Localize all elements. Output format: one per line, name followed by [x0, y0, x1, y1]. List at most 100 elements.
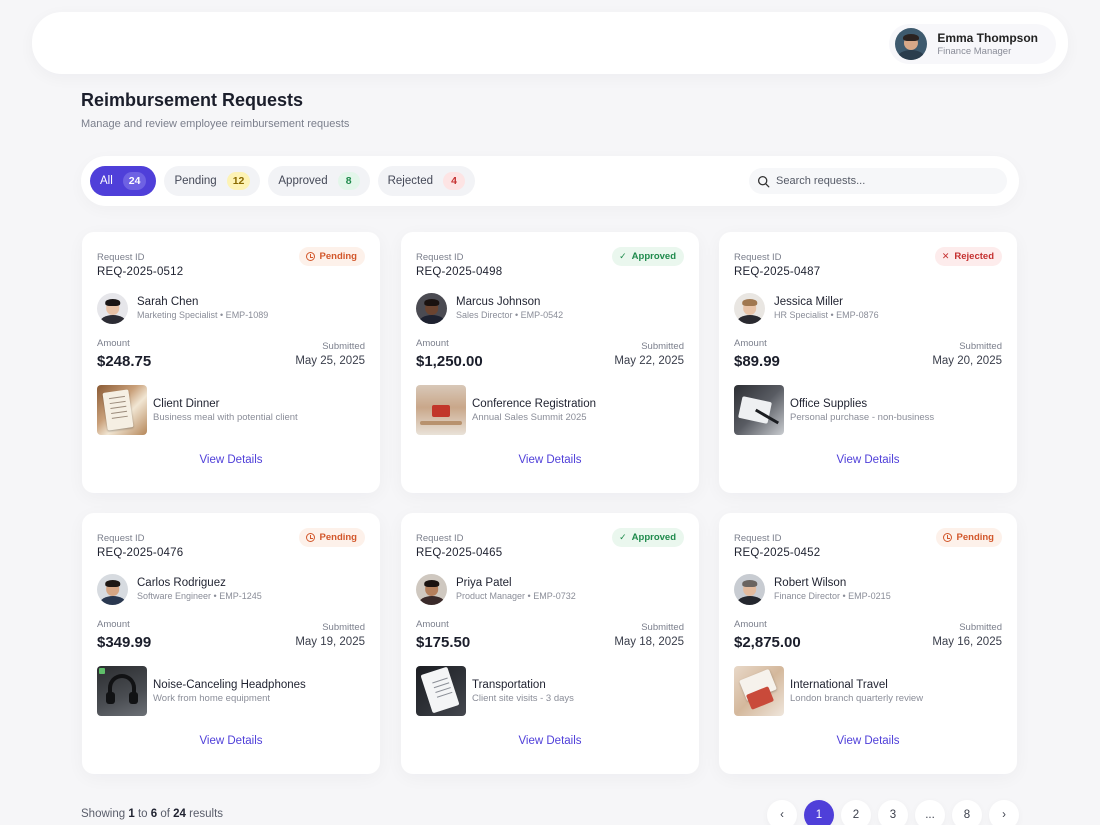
- employee-meta: Finance Director • EMP-0215: [774, 591, 891, 601]
- expense-description: London branch quarterly review: [790, 692, 924, 704]
- expense-info: International Travel London branch quart…: [734, 666, 923, 716]
- employee-info: Priya Patel Product Manager • EMP-0732: [416, 574, 576, 605]
- submitted-label: Submitted: [641, 341, 684, 352]
- view-details-link[interactable]: View Details: [719, 454, 1017, 466]
- expense-title: Office Supplies: [790, 397, 868, 410]
- filter-bar: All 24 Pending 12 Approved 8 Rejected 4: [81, 156, 1019, 206]
- travel-thumbnail: [734, 666, 784, 716]
- employee-meta: Software Engineer • EMP-1245: [137, 591, 262, 601]
- view-details-link[interactable]: View Details: [719, 735, 1017, 747]
- results-summary: Showing 1 to 6 of 24 results: [81, 808, 223, 820]
- view-details-link[interactable]: View Details: [82, 454, 380, 466]
- request-id-label: Request ID: [97, 252, 145, 263]
- employee-avatar: [97, 293, 128, 324]
- clock-icon: [305, 252, 315, 261]
- request-id-label: Request ID: [416, 252, 464, 263]
- status-badge: Pending: [298, 528, 365, 547]
- expense-info: Noise-Canceling Headphones Work from hom…: [97, 666, 306, 716]
- page-subtitle: Manage and review employee reimbursement…: [81, 118, 350, 130]
- tab-count: 12: [226, 172, 251, 190]
- employee-name: Priya Patel: [456, 577, 512, 589]
- request-id-label: Request ID: [734, 252, 782, 263]
- request-card: Request ID REQ-2025-0498 ✓ Approved Marc…: [401, 232, 699, 493]
- employee-avatar: [416, 293, 447, 324]
- view-details-link[interactable]: View Details: [401, 735, 699, 747]
- amount-label: Amount: [97, 338, 130, 349]
- status-text: Pending: [319, 532, 357, 543]
- employee-meta: Sales Director • EMP-0542: [456, 310, 564, 320]
- page-button-1[interactable]: 1: [804, 800, 834, 825]
- employee-name: Robert Wilson: [774, 577, 847, 589]
- employee-name: Jessica Miller: [774, 296, 844, 308]
- tab-approved[interactable]: Approved 8: [268, 166, 370, 196]
- tab-count: 24: [122, 172, 147, 190]
- status-tabs: All 24 Pending 12 Approved 8 Rejected 4: [90, 166, 475, 196]
- office-supplies-thumbnail: [734, 385, 784, 435]
- page-button-8[interactable]: 8: [952, 800, 982, 825]
- status-text: Approved: [631, 251, 676, 262]
- amount-label: Amount: [416, 338, 449, 349]
- employee-avatar: [734, 574, 765, 605]
- search-icon: [757, 175, 770, 187]
- tab-all[interactable]: All 24: [90, 166, 157, 196]
- amount-label: Amount: [734, 619, 767, 630]
- status-badge: ✓ Approved: [612, 528, 684, 547]
- request-card: Request ID REQ-2025-0452 Pending Robert …: [719, 513, 1017, 774]
- next-page-button[interactable]: ›: [989, 800, 1019, 825]
- request-id-label: Request ID: [97, 533, 145, 544]
- tab-label: Approved: [278, 175, 328, 187]
- page-button-2[interactable]: 2: [841, 800, 871, 825]
- pagination: ‹ 1 2 3 ... 8 ›: [767, 800, 1019, 825]
- amount-value: $349.99: [97, 634, 152, 651]
- employee-info: Marcus Johnson Sales Director • EMP-0542: [416, 293, 563, 324]
- status-badge: Pending: [298, 247, 365, 266]
- results-to-word: to: [137, 808, 148, 820]
- expense-info: Conference Registration Annual Sales Sum…: [416, 385, 596, 435]
- user-profile[interactable]: Emma Thompson Finance Manager: [889, 24, 1056, 64]
- results-suffix: results: [189, 808, 224, 820]
- request-id: REQ-2025-0452: [734, 547, 821, 559]
- employee-meta: Marketing Specialist • EMP-1089: [137, 310, 269, 320]
- amount-value: $248.75: [97, 353, 152, 370]
- page-button-3[interactable]: 3: [878, 800, 908, 825]
- status-text: Pending: [319, 251, 357, 262]
- submitted-date: May 19, 2025: [295, 636, 365, 648]
- request-card: Request ID REQ-2025-0487 ✕ Rejected Jess…: [719, 232, 1017, 493]
- results-to: 6: [150, 808, 158, 820]
- employee-avatar: [734, 293, 765, 324]
- status-badge: Pending: [935, 528, 1002, 547]
- request-id-label: Request ID: [734, 533, 782, 544]
- employee-meta: Product Manager • EMP-0732: [456, 591, 576, 601]
- tab-pending[interactable]: Pending 12: [164, 166, 261, 196]
- expense-title: Transportation: [472, 678, 546, 691]
- headphones-thumbnail: [97, 666, 147, 716]
- amount-value: $175.50: [416, 634, 471, 651]
- page-ellipsis: ...: [915, 800, 945, 825]
- view-details-link[interactable]: View Details: [82, 735, 380, 747]
- tab-label: Pending: [174, 175, 217, 187]
- employee-info: Robert Wilson Finance Director • EMP-021…: [734, 574, 891, 605]
- status-text: Pending: [956, 532, 994, 543]
- search-input[interactable]: [776, 175, 996, 187]
- employee-name: Carlos Rodriguez: [137, 577, 226, 589]
- amount-label: Amount: [734, 338, 767, 349]
- expense-description: Business meal with potential client: [153, 411, 298, 423]
- submitted-date: May 22, 2025: [614, 355, 684, 367]
- clock-icon: [305, 533, 315, 542]
- tab-count: 4: [443, 172, 465, 190]
- view-details-link[interactable]: View Details: [401, 454, 699, 466]
- status-text: Approved: [631, 532, 676, 543]
- x-icon: ✕: [941, 251, 950, 261]
- results-total: 24: [173, 808, 186, 820]
- request-id: REQ-2025-0476: [97, 547, 184, 559]
- page-title: Reimbursement Requests: [81, 90, 304, 110]
- employee-info: Carlos Rodriguez Software Engineer • EMP…: [97, 574, 262, 605]
- expense-title: Client Dinner: [153, 397, 220, 410]
- amount-value: $2,875.00: [734, 634, 801, 651]
- submitted-label: Submitted: [959, 622, 1002, 633]
- employee-info: Jessica Miller HR Specialist • EMP-0876: [734, 293, 879, 324]
- prev-page-button[interactable]: ‹: [767, 800, 797, 825]
- search-box: [749, 168, 1007, 194]
- tab-rejected[interactable]: Rejected 4: [377, 166, 475, 196]
- status-badge: ✕ Rejected: [934, 247, 1002, 266]
